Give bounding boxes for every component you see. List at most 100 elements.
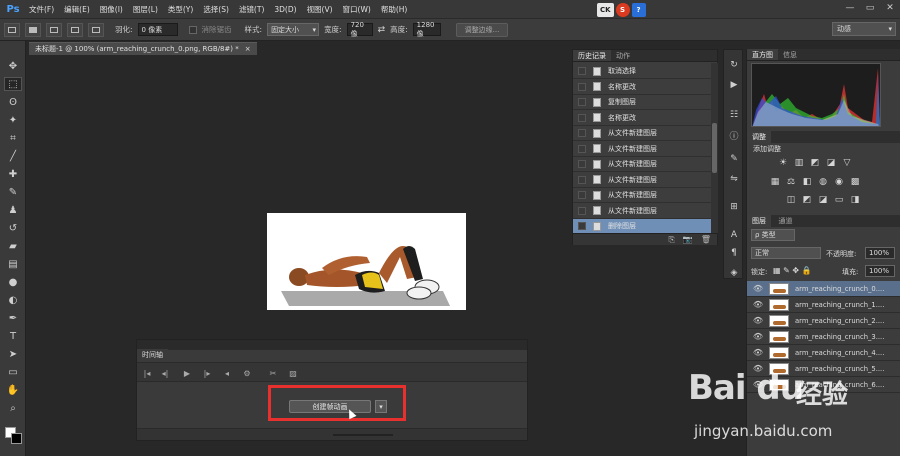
character-icon[interactable]: A	[727, 228, 741, 242]
layer-kind-filter[interactable]: ρ 类型	[751, 229, 795, 241]
add-selection-icon[interactable]	[46, 22, 62, 37]
minimize-icon[interactable]: —	[844, 2, 856, 14]
snapshot-camera-icon[interactable]: 📷	[683, 235, 693, 244]
pen-tool-icon[interactable]: ✒	[4, 311, 22, 325]
menu-file[interactable]: 文件(F)	[24, 4, 59, 15]
history-item[interactable]: 复制图层	[573, 95, 711, 110]
layer-row[interactable]: 👁 arm_reaching_crunch_0....	[747, 281, 900, 297]
antialias-checkbox[interactable]	[188, 25, 197, 34]
vibrance-icon[interactable]: ▽	[841, 157, 853, 168]
path-select-tool-icon[interactable]: ➤	[4, 347, 22, 361]
delete-trash-icon[interactable]: 🗑	[701, 235, 711, 244]
history-snapshot-checkbox[interactable]	[578, 129, 586, 137]
history-snapshot-checkbox[interactable]	[578, 222, 586, 230]
history-item[interactable]: 从文件新建图层	[573, 173, 711, 188]
new-selection-icon[interactable]	[25, 22, 41, 37]
brush-tool-icon[interactable]: ✎	[4, 185, 22, 199]
layer-row[interactable]: 👁 arm_reaching_crunch_3....	[747, 329, 900, 345]
background-color-swatch[interactable]	[11, 433, 22, 444]
menu-select[interactable]: 选择(S)	[198, 4, 234, 15]
gradient-tool-icon[interactable]: ▤	[4, 257, 22, 271]
tab-layers[interactable]: 图层	[747, 215, 771, 227]
document-tab[interactable]: 未标题-1 @ 100% (arm_reaching_crunch_0.png,…	[29, 42, 257, 55]
healing-tool-icon[interactable]: ✚	[4, 167, 22, 181]
tray-ck-button[interactable]: CK	[597, 2, 614, 17]
tab-actions[interactable]: 动作	[611, 50, 635, 61]
fill-input[interactable]: 100%	[865, 265, 895, 277]
tab-info[interactable]: 信息	[778, 49, 802, 60]
document-close-icon[interactable]: ×	[245, 45, 251, 53]
opacity-input[interactable]: 100%	[865, 247, 895, 259]
refine-edge-button[interactable]: 调整边缘...	[455, 22, 509, 37]
history-item[interactable]: 从文件新建图层	[573, 126, 711, 141]
document-canvas[interactable]	[267, 213, 466, 310]
workspace-dropdown[interactable]: 动感	[832, 22, 896, 36]
channel-mixer-icon[interactable]: ◉	[833, 176, 845, 187]
invert-icon[interactable]: ◫	[785, 194, 797, 205]
blend-mode-dropdown[interactable]: 正常	[751, 247, 821, 259]
history-snapshot-checkbox[interactable]	[578, 113, 586, 122]
history-item[interactable]: 从文件新建图层	[573, 157, 711, 172]
tray-help-icon[interactable]: ?	[631, 2, 646, 17]
clone-source-icon[interactable]: ⊞	[727, 200, 741, 214]
width-input[interactable]: 720 像	[346, 21, 373, 38]
tab-histogram[interactable]: 直方图	[747, 49, 778, 60]
selective-color-icon[interactable]: ◨	[849, 194, 861, 205]
tray-s-icon[interactable]: S	[615, 2, 630, 17]
marquee-preset-icon[interactable]	[4, 22, 20, 37]
properties-icon[interactable]: ☷	[727, 108, 741, 122]
tab-history[interactable]: 历史记录	[573, 50, 611, 61]
visibility-eye-icon[interactable]: 👁	[752, 284, 764, 293]
history-item[interactable]: 删除图层	[573, 219, 711, 234]
brightness-icon[interactable]: ☀	[777, 157, 789, 168]
shape-tool-icon[interactable]: ▭	[4, 365, 22, 379]
subtract-selection-icon[interactable]	[67, 22, 83, 37]
visibility-eye-icon[interactable]: 👁	[752, 300, 764, 309]
black-white-icon[interactable]: ◧	[801, 176, 813, 187]
levels-icon[interactable]: ▥	[793, 157, 805, 168]
marquee-tool-icon[interactable]: ⬚	[4, 77, 22, 91]
maximize-icon[interactable]: ▭	[864, 2, 876, 14]
menu-edit[interactable]: 编辑(E)	[59, 4, 95, 15]
menu-filter[interactable]: 滤镜(T)	[234, 4, 269, 15]
feather-input[interactable]: 0 像素	[137, 23, 178, 36]
zoom-tool-icon[interactable]: ⌕	[4, 401, 22, 415]
color-lookup-icon[interactable]: ▩	[849, 176, 861, 187]
menu-image[interactable]: 图像(I)	[95, 4, 128, 15]
threshold-icon[interactable]: ◪	[817, 194, 829, 205]
first-frame-icon[interactable]: |◂	[141, 367, 153, 379]
menu-view[interactable]: 视图(V)	[302, 4, 338, 15]
create-animation-dropdown-icon[interactable]: ▾	[375, 400, 387, 413]
brush-presets-icon[interactable]: ⇋	[727, 172, 741, 186]
menu-help[interactable]: 帮助(H)	[376, 4, 413, 15]
tab-channels[interactable]: 通道	[774, 215, 798, 227]
swap-dimensions-icon[interactable]: ⇄	[378, 25, 386, 35]
history-item[interactable]: 名称更改	[573, 80, 711, 95]
lock-icons[interactable]: ▦ ✎ ✥ 🔒	[773, 266, 812, 275]
history-snapshot-checkbox[interactable]	[578, 175, 586, 184]
next-frame-icon[interactable]: |▸	[201, 367, 213, 379]
history-snapshot-checkbox[interactable]	[578, 206, 586, 215]
history-snapshot-checkbox[interactable]	[578, 67, 586, 75]
layer-row[interactable]: 👁 arm_reaching_crunch_2....	[747, 313, 900, 329]
history-snapshot-checkbox[interactable]	[578, 98, 586, 106]
play-icon[interactable]: ▶	[181, 367, 193, 379]
hand-tool-icon[interactable]: ✋	[4, 383, 22, 397]
visibility-eye-icon[interactable]: 👁	[752, 332, 764, 341]
menu-3d[interactable]: 3D(D)	[269, 5, 301, 14]
history-snapshot-checkbox[interactable]	[578, 82, 586, 91]
tab-adjustments[interactable]: 调整	[747, 131, 771, 143]
color-balance-icon[interactable]: ⚖	[785, 176, 797, 187]
crop-tool-icon[interactable]: ⌗	[4, 131, 22, 145]
menu-layer[interactable]: 图层(L)	[128, 4, 163, 15]
history-snapshot-checkbox[interactable]	[578, 160, 586, 168]
history-scroll-thumb[interactable]	[712, 123, 717, 173]
type-tool-icon[interactable]: T	[4, 329, 22, 343]
eraser-tool-icon[interactable]: ▰	[4, 239, 22, 253]
history-item[interactable]: 从文件新建图层	[573, 142, 711, 157]
history-snapshot-checkbox[interactable]	[578, 191, 586, 199]
split-scissors-icon[interactable]: ✂	[267, 367, 279, 379]
transition-icon[interactable]: ▨	[287, 367, 299, 379]
gradient-map-icon[interactable]: ▭	[833, 194, 845, 205]
history-item[interactable]: 从文件新建图层	[573, 204, 711, 219]
